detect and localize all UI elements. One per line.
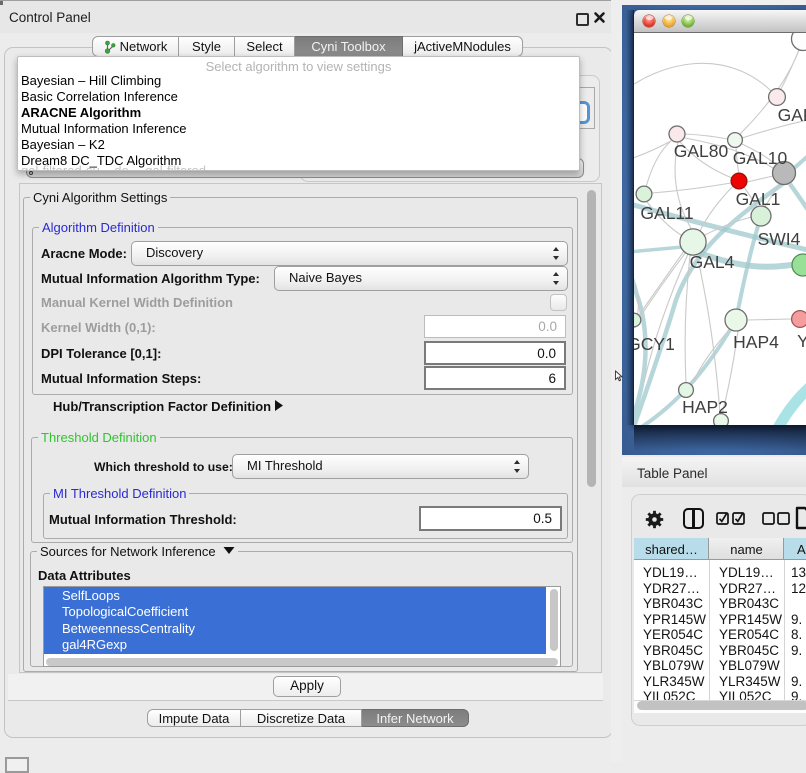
svg-text:HAP2: HAP2 xyxy=(682,397,728,417)
svg-text:GAL1: GAL1 xyxy=(736,189,781,209)
svg-text:SWI4: SWI4 xyxy=(758,229,801,249)
svg-text:Y: Y xyxy=(797,331,806,351)
svg-text:GAL80: GAL80 xyxy=(674,141,729,161)
svg-text:GAL4: GAL4 xyxy=(690,252,735,272)
svg-text:HAP4: HAP4 xyxy=(733,332,779,352)
svg-text:GAL7: GAL7 xyxy=(778,105,806,125)
svg-text:GCY1: GCY1 xyxy=(634,334,675,354)
svg-text:GAL10: GAL10 xyxy=(733,148,788,168)
svg-text:GAL11: GAL11 xyxy=(640,203,693,223)
